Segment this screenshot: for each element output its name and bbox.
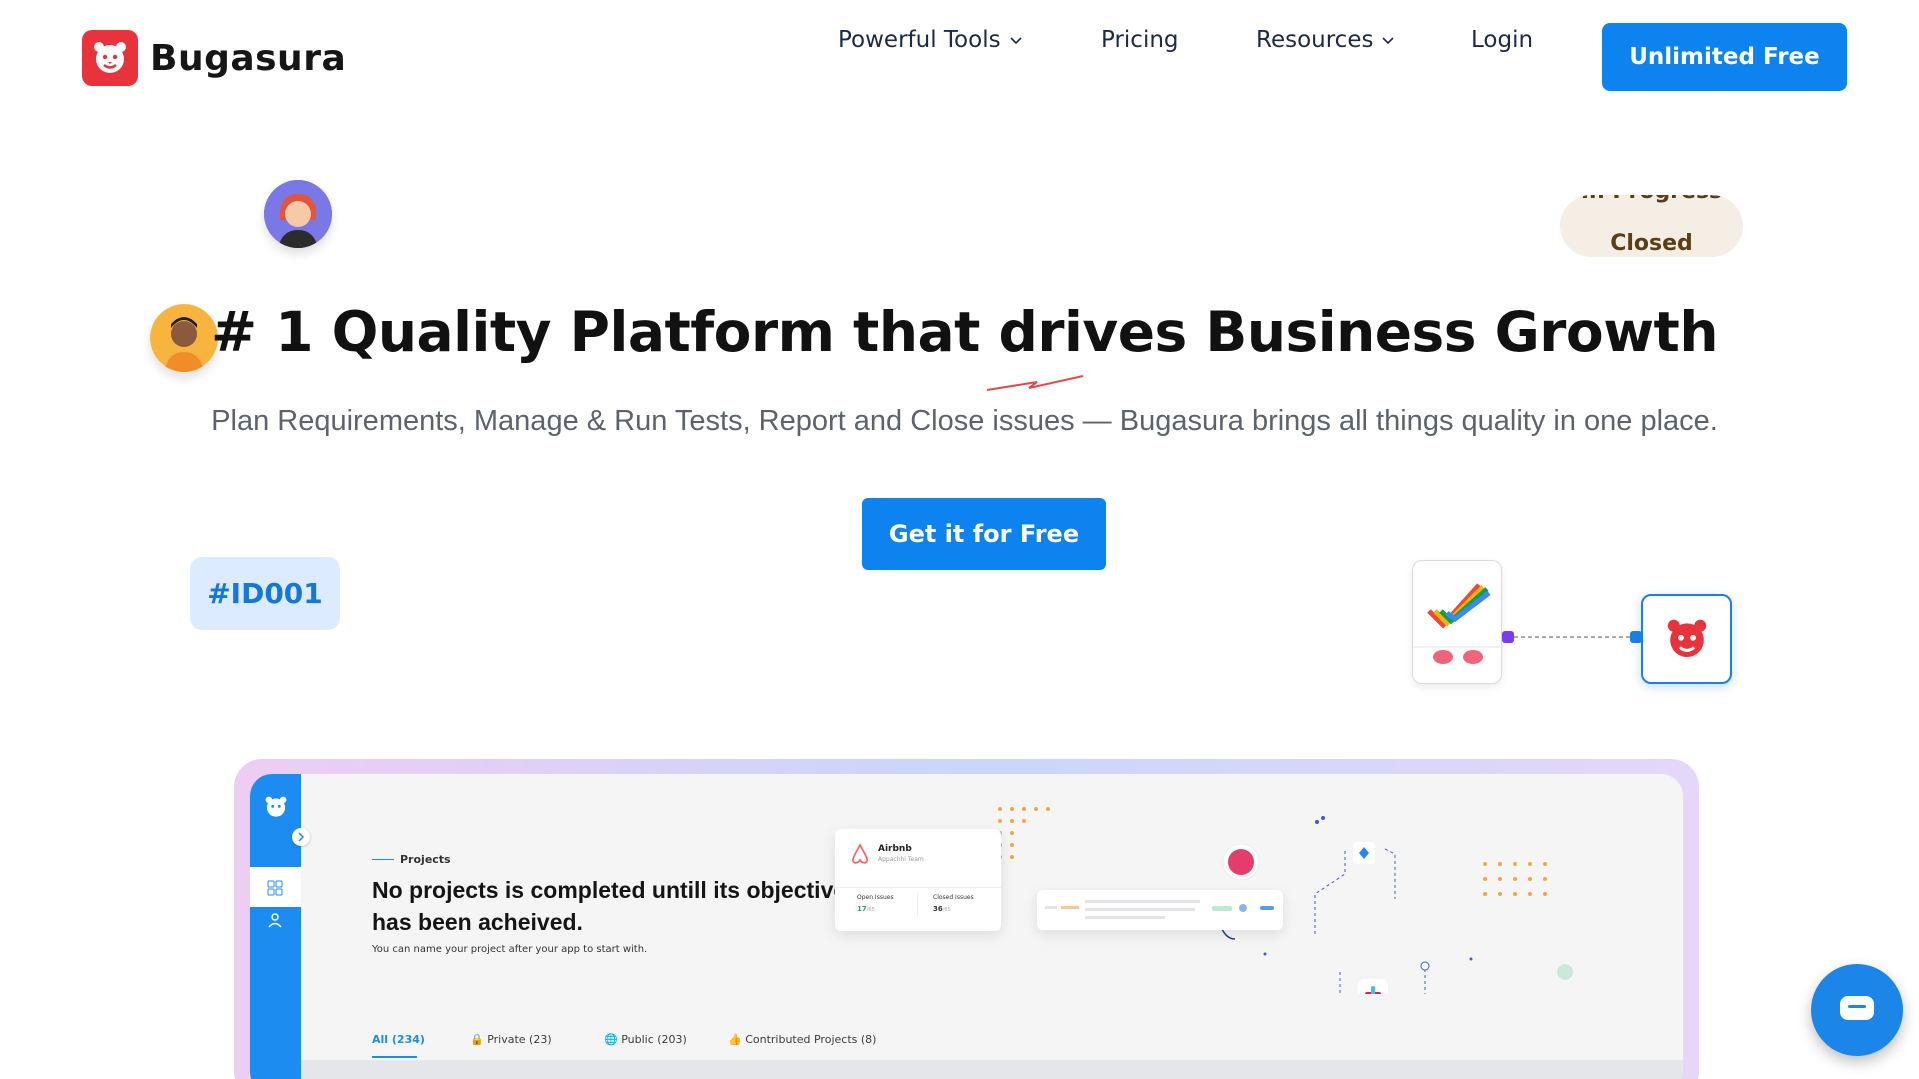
card-project-name: Airbnb <box>878 844 912 854</box>
nav-powerful-tools[interactable]: Powerful Tools <box>838 27 1023 53</box>
tiger-logo-icon <box>265 796 287 817</box>
nav-pricing[interactable]: Pricing <box>1101 27 1179 53</box>
unlimited-free-button[interactable]: Unlimited Free <box>1602 23 1847 91</box>
tiger-logo-icon <box>1667 619 1706 657</box>
chat-button[interactable] <box>1811 964 1903 1056</box>
underline-swoosh-icon <box>986 375 1084 391</box>
projects-description: You can name your project after your app… <box>372 944 648 955</box>
connector-line <box>1502 631 1642 643</box>
closed-issues-value: 36 <box>933 905 943 913</box>
issue-row-card <box>1037 890 1283 930</box>
app-sidebar <box>250 774 301 1079</box>
hero-subtitle: Plan Requirements, Manage & Run Tests, R… <box>211 405 1718 437</box>
active-tab-indicator <box>372 1056 417 1058</box>
section-label: Projects <box>372 853 451 866</box>
nav-resources[interactable]: Resources <box>1256 27 1395 53</box>
site-header: Bugasura Powerful Tools Pricing Resource… <box>0 0 1919 110</box>
chevron-right-icon <box>298 832 305 842</box>
brand-name: Bugasura <box>150 37 347 79</box>
grid-icon <box>267 880 283 896</box>
tiger-logo-icon <box>82 30 138 86</box>
status-current: Closed <box>1610 231 1693 256</box>
nav-label: Pricing <box>1101 27 1179 53</box>
hero-title: # 1 Quality Platform that drives Busines… <box>211 300 1718 364</box>
nav-login[interactable]: Login <box>1471 27 1533 53</box>
user-icon[interactable] <box>267 912 283 928</box>
chat-icon <box>1840 996 1874 1020</box>
tab-all[interactable]: All (234) <box>372 1033 425 1046</box>
nav-label: Powerful Tools <box>838 27 1001 53</box>
project-card[interactable]: Airbnb Appachhi Team Open Issues 17/65 C… <box>835 829 1001 931</box>
tab-private[interactable]: 🔒 Private (23) <box>470 1033 552 1046</box>
tab-public[interactable]: 🌐 Public (203) <box>604 1033 687 1046</box>
brand-logo[interactable]: Bugasura <box>82 30 346 86</box>
integration-card-checkmark <box>1412 560 1503 684</box>
user-avatar-woman <box>264 180 332 248</box>
closed-issues-total: /65 <box>942 907 951 913</box>
integration-card-bugasura <box>1641 594 1732 684</box>
nav-label: Login <box>1471 27 1534 53</box>
open-issues-label: Open Issues <box>857 894 894 901</box>
airbnb-logo-icon <box>852 843 868 864</box>
sidebar-item-projects[interactable] <box>250 867 301 907</box>
chevron-down-icon <box>1010 37 1022 45</box>
sidebar-toggle[interactable] <box>292 828 310 846</box>
product-preview: Projects No projects is completed untill… <box>250 774 1683 1079</box>
projects-heading: No projects is completed untill its obje… <box>372 877 847 935</box>
issue-id-tag: #ID001 <box>190 557 340 630</box>
projects-list-header <box>301 1060 1683 1079</box>
open-issues-total: /65 <box>866 907 875 913</box>
checkmark-logo-icon <box>1413 583 1503 664</box>
get-it-for-free-button[interactable]: Get it for Free <box>862 498 1106 570</box>
open-issues-value: 17 <box>857 905 867 913</box>
tab-contributed[interactable]: 👍 Contributed Projects (8) <box>728 1033 876 1046</box>
card-team-name: Appachhi Team <box>878 856 924 863</box>
chevron-down-icon <box>1382 37 1395 45</box>
status-pill: In Progress Closed <box>1560 195 1743 257</box>
nav-label: Resources <box>1256 27 1374 53</box>
closed-issues-label: Closed Issues <box>933 894 974 901</box>
status-previous: In Progress <box>1560 195 1743 204</box>
